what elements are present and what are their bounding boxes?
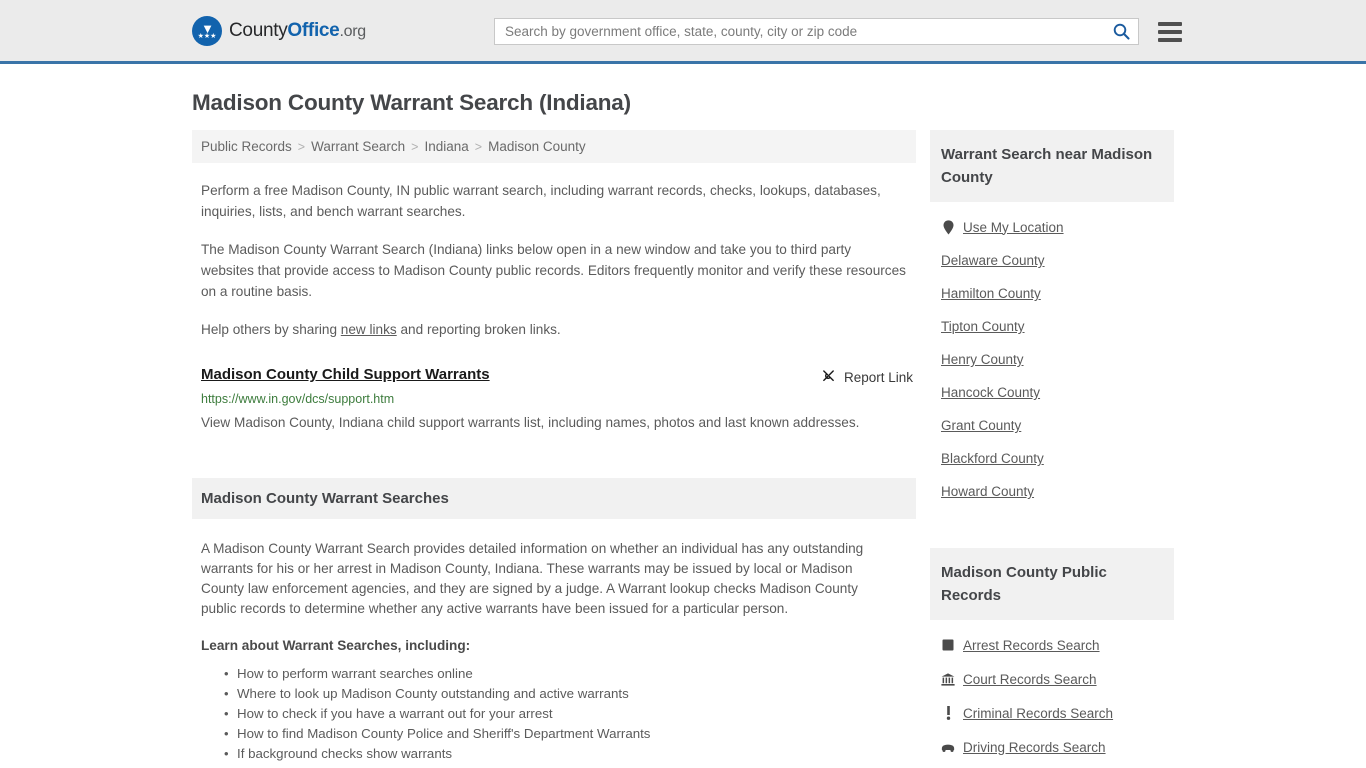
report-link-button[interactable]: Report Link: [821, 368, 913, 386]
new-links-link[interactable]: new links: [341, 322, 397, 337]
sidebar-item-blackford-county[interactable]: Blackford County: [930, 442, 1174, 475]
list-item: How to check if you have a warrant out f…: [224, 704, 916, 724]
content-columns: Public Records > Warrant Search > Indian…: [192, 130, 1174, 768]
exclamation-icon: [941, 705, 955, 721]
sidebar-item-label: Henry County: [941, 352, 1024, 367]
report-link-label: Report Link: [843, 369, 913, 385]
breadcrumb-separator: >: [474, 139, 483, 154]
breadcrumb-item-madison-county[interactable]: Madison County: [488, 139, 586, 154]
site-header: ▼ ★★★ CountyOffice.org: [0, 0, 1366, 64]
sidebar-item-tipton-county[interactable]: Tipton County: [930, 310, 1174, 343]
sidebar-item-driving-records-search[interactable]: Driving Records Search: [930, 730, 1174, 764]
sidebar-item-inmate-search[interactable]: Inmate Search: [930, 764, 1174, 768]
help-text-before: Help others by sharing: [201, 322, 341, 337]
help-text-after: and reporting broken links.: [396, 322, 561, 337]
breadcrumb-separator: >: [411, 139, 419, 154]
sidebar-item-label: Criminal Records Search: [963, 705, 1114, 721]
list-item: If background checks show warrants: [224, 744, 916, 764]
learn-about-heading: Learn about Warrant Searches, including:: [201, 638, 471, 653]
breadcrumb-item-warrant-search[interactable]: Warrant Search: [311, 139, 405, 154]
sidebar-item-label: Use My Location: [963, 219, 1064, 235]
sidebar-item-label: Blackford County: [941, 451, 1044, 466]
list-item: How to find Madison County Police and Sh…: [224, 724, 916, 744]
sidebar-item-use-my-location[interactable]: Use My Location: [930, 210, 1174, 244]
list-item: How to perform warrant searches online: [224, 664, 916, 684]
sidebar-item-delaware-county[interactable]: Delaware County: [930, 244, 1174, 277]
sidebar-item-label: Court Records Search: [963, 671, 1097, 687]
sidebar-public-records-list: Arrest Records Search Court Records Sear…: [930, 628, 1174, 768]
sidebar-item-hamilton-county[interactable]: Hamilton County: [930, 277, 1174, 310]
help-paragraph: Help others by sharing new links and rep…: [201, 319, 906, 340]
logo-text-part3: .org: [339, 22, 366, 40]
sidebar-heading-public-records: Madison County Public Records: [930, 548, 1174, 620]
search-area: [494, 18, 1182, 45]
courthouse-icon: [941, 671, 955, 687]
sidebar: Warrant Search near Madison County Use M…: [930, 130, 1174, 768]
list-item: Where to look up Madison County outstand…: [224, 684, 916, 704]
sidebar-item-arrest-records-search[interactable]: Arrest Records Search: [930, 628, 1174, 662]
sidebar-nearby-list: Use My Location Delaware County Hamilton…: [930, 210, 1174, 508]
sidebar-item-label: Hancock County: [941, 385, 1041, 400]
page-container: Madison County Warrant Search (Indiana) …: [0, 90, 1366, 768]
logo-text-part2: Office: [287, 19, 340, 41]
broken-link-icon: [821, 368, 836, 386]
section-heading-warrant-searches: Madison County Warrant Searches: [192, 478, 916, 519]
sidebar-item-label: Delaware County: [941, 253, 1045, 268]
intro-paragraph-1: Perform a free Madison County, IN public…: [201, 183, 881, 219]
breadcrumb-separator: >: [297, 139, 306, 154]
sidebar-item-grant-county[interactable]: Grant County: [930, 409, 1174, 442]
sidebar-item-hancock-county[interactable]: Hancock County: [930, 376, 1174, 409]
breadcrumb-item-indiana[interactable]: Indiana: [424, 139, 468, 154]
result-description: View Madison County, Indiana child suppo…: [201, 415, 860, 430]
hamburger-menu-icon[interactable]: [1158, 21, 1182, 42]
learn-about-list: How to perform warrant searches online W…: [201, 664, 916, 764]
search-input[interactable]: [503, 19, 1112, 44]
result-url[interactable]: https://www.in.gov/dcs/support.htm: [201, 392, 913, 406]
search-icon[interactable]: [1112, 23, 1130, 41]
main-column: Public Records > Warrant Search > Indian…: [192, 130, 916, 764]
sidebar-item-label: Driving Records Search: [963, 739, 1106, 755]
map-pin-icon: [941, 219, 955, 235]
breadcrumb-item-public-records[interactable]: Public Records: [201, 139, 292, 154]
sidebar-item-label: Hamilton County: [941, 286, 1041, 301]
search-box[interactable]: [494, 18, 1139, 45]
sidebar-item-label: Tipton County: [941, 319, 1025, 334]
sidebar-item-henry-county[interactable]: Henry County: [930, 343, 1174, 376]
sidebar-item-label: Howard County: [941, 484, 1035, 499]
result-title-link[interactable]: Madison County Child Support Warrants: [201, 366, 490, 383]
sidebar-item-label: Arrest Records Search: [963, 637, 1100, 653]
breadcrumb: Public Records > Warrant Search > Indian…: [192, 130, 916, 163]
sidebar-heading-nearby: Warrant Search near Madison County: [930, 130, 1174, 202]
section-body-text: A Madison County Warrant Search provides…: [201, 541, 864, 616]
result-entry: Madison County Child Support Warrants Re…: [201, 366, 913, 434]
intro-paragraph-2: The Madison County Warrant Search (India…: [201, 242, 906, 299]
fingerprint-icon: [941, 637, 955, 653]
sidebar-item-howard-county[interactable]: Howard County: [930, 475, 1174, 508]
car-icon: [941, 739, 955, 755]
logo-text-part1: County: [229, 19, 288, 41]
logo-text: CountyOffice.org: [229, 20, 366, 42]
site-logo[interactable]: ▼ ★★★ CountyOffice.org: [192, 15, 366, 46]
sidebar-item-label: Grant County: [941, 418, 1022, 433]
page-title: Madison County Warrant Search (Indiana): [192, 90, 631, 115]
sidebar-item-court-records-search[interactable]: Court Records Search: [930, 662, 1174, 696]
eagle-stars-emblem-icon: ▼ ★★★: [192, 15, 222, 46]
sidebar-item-criminal-records-search[interactable]: Criminal Records Search: [930, 696, 1174, 730]
